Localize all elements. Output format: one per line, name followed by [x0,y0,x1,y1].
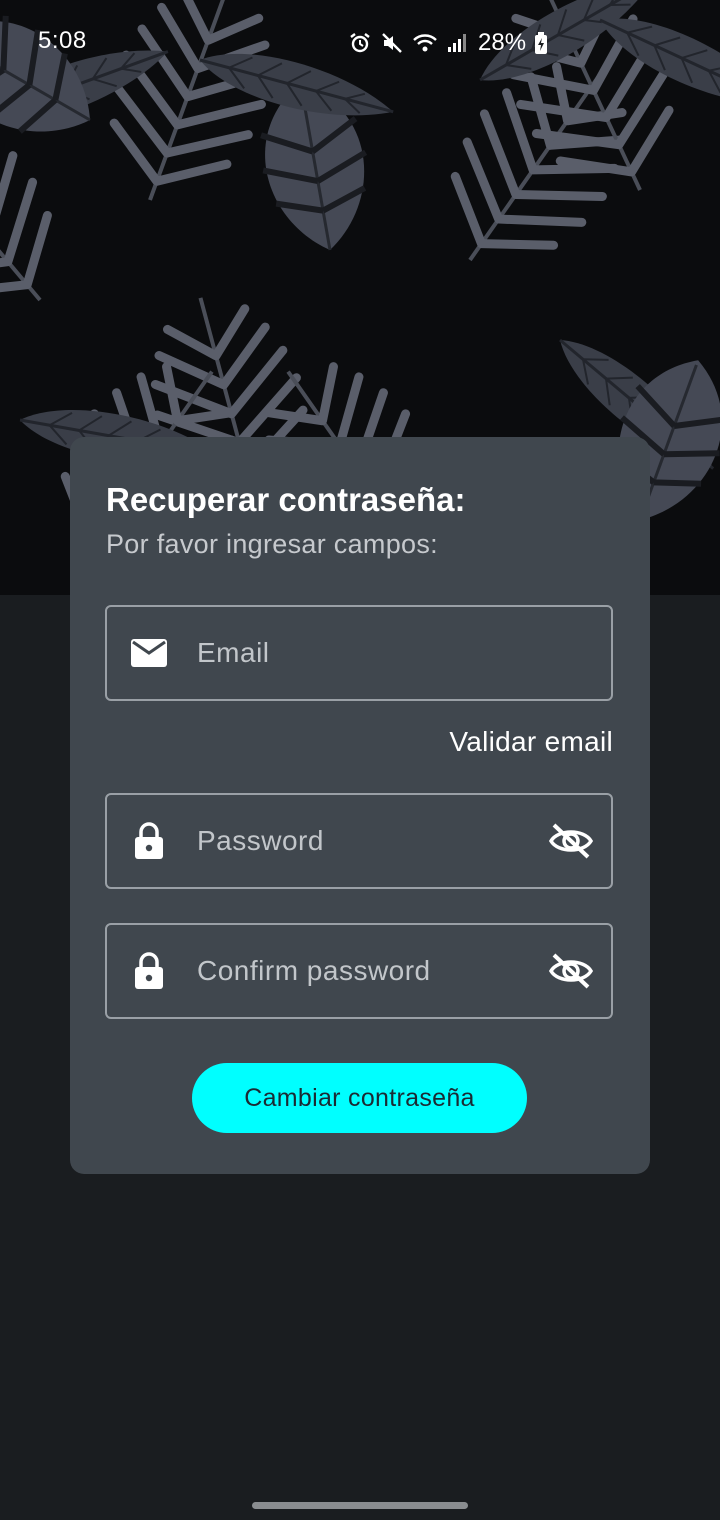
confirm-password-input[interactable] [197,949,527,993]
signal-icon [446,32,468,54]
status-bar: 5:08 28% [0,0,720,86]
mute-icon [380,31,404,55]
visibility-off-icon[interactable] [547,817,595,865]
change-password-button[interactable]: Cambiar contraseña [192,1063,527,1133]
home-indicator[interactable] [252,1502,468,1509]
battery-charging-icon [534,31,548,55]
confirm-password-field[interactable] [105,923,613,1019]
email-icon [129,633,169,673]
wifi-icon [412,32,438,54]
card-subtitle: Por favor ingresar campos: [106,529,438,559]
lock-icon [129,821,169,861]
alarm-icon [348,31,372,55]
password-input[interactable] [197,819,527,863]
status-icons: 28% [348,29,548,56]
password-recovery-card: Recuperar contraseña: Por favor ingresar… [70,437,650,1174]
status-time: 5:08 [38,27,87,54]
email-field[interactable] [105,605,613,701]
battery-percent: 28% [478,29,527,56]
validate-email-link[interactable]: Validar email [449,726,613,758]
password-field[interactable] [105,793,613,889]
visibility-off-icon[interactable] [547,947,595,995]
card-title: Recuperar contraseña: [106,481,466,518]
email-input[interactable] [197,631,527,675]
lock-icon [129,951,169,991]
